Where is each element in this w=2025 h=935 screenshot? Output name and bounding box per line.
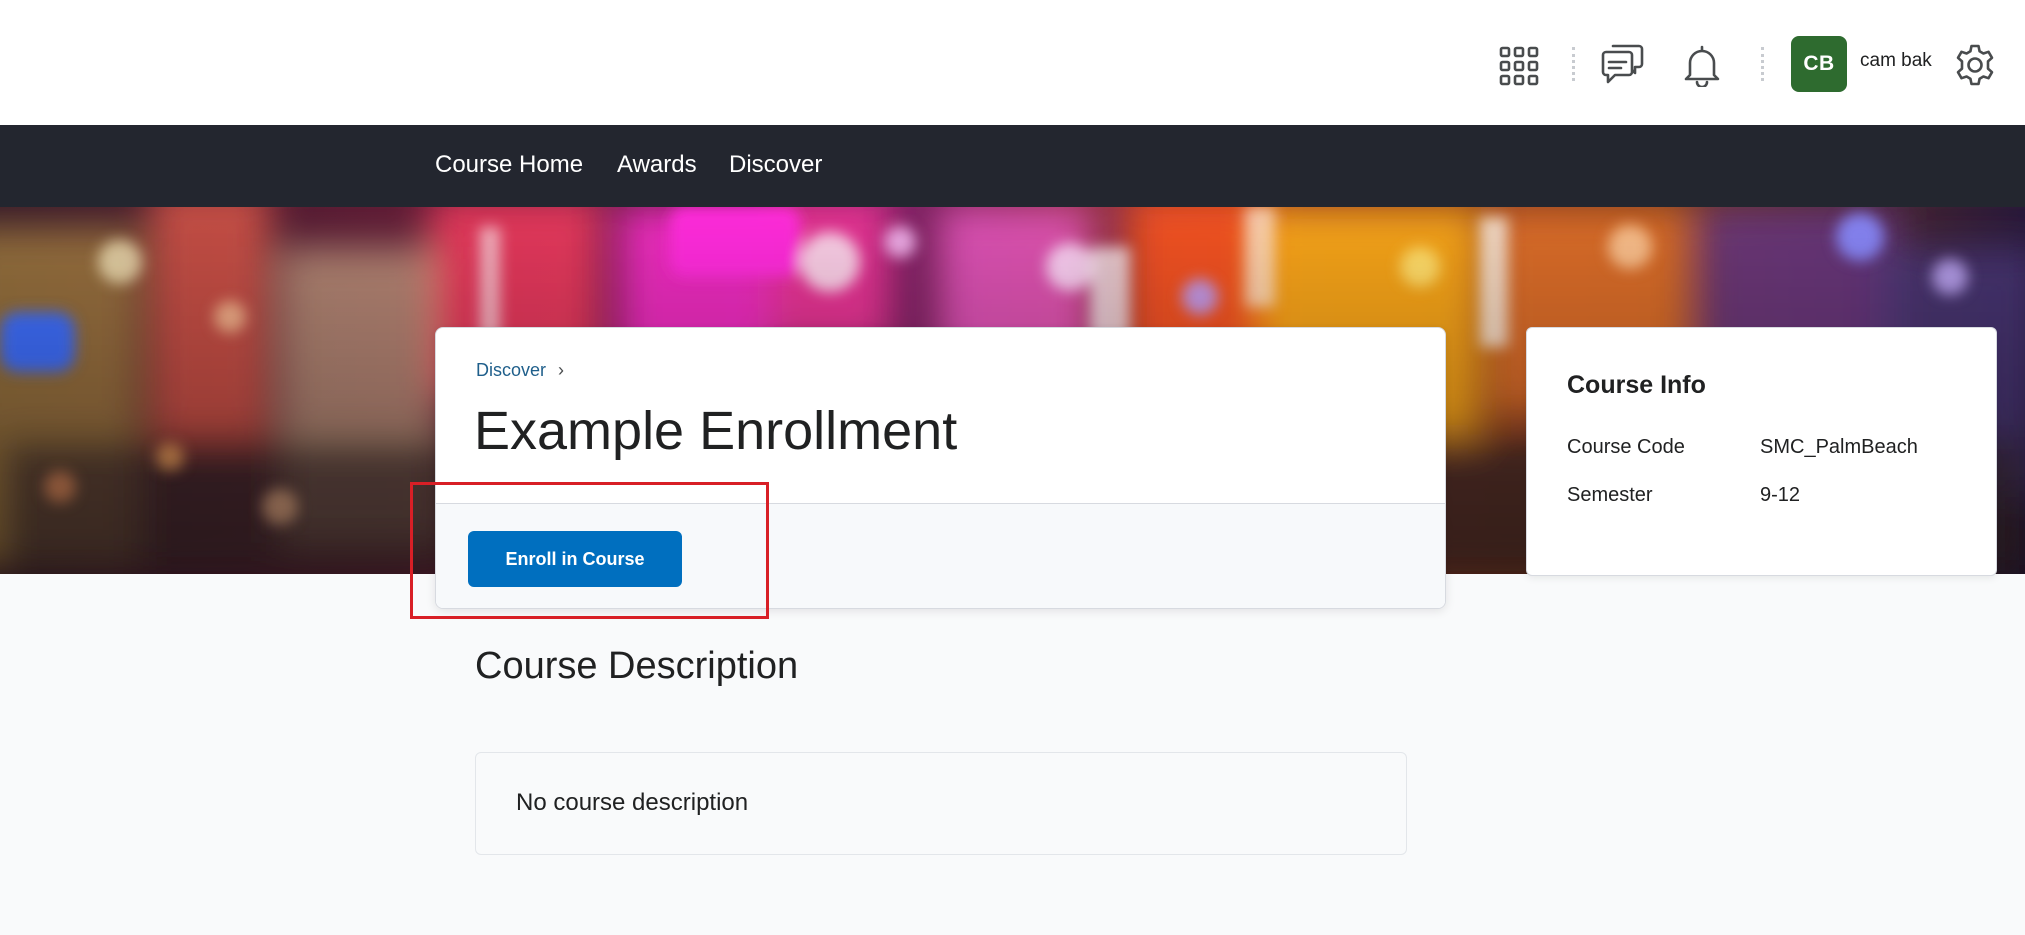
chat-bubbles-icon [1601, 44, 1644, 84]
avatar-initials: CB [1803, 52, 1835, 75]
course-description-box: No course description [475, 752, 1407, 855]
header-separator [1761, 47, 1764, 81]
page-title: Example Enrollment [474, 401, 958, 461]
nav-item-course-home[interactable]: Course Home [435, 151, 583, 179]
nav-item-awards[interactable]: Awards [617, 151, 697, 179]
course-navbar: Course Home Awards Discover [0, 125, 2025, 207]
settings-button[interactable] [1950, 40, 2000, 90]
course-info-card: Course Info Course Code SMC_PalmBeach Se… [1526, 327, 1997, 576]
bell-icon [1684, 45, 1720, 87]
breadcrumb: Discover › [476, 360, 564, 381]
waffle-menu-button[interactable] [1495, 44, 1543, 88]
course-description-text: No course description [516, 789, 749, 816]
info-key: Semester [1567, 484, 1653, 506]
course-info-title: Course Info [1567, 371, 1706, 399]
course-description-heading: Course Description [475, 645, 799, 687]
header-separator [1572, 47, 1575, 81]
info-key: Course Code [1567, 436, 1685, 458]
info-value: SMC_PalmBeach [1760, 436, 1918, 458]
gear-icon [1956, 44, 1994, 86]
avatar[interactable]: CB [1791, 36, 1847, 92]
messages-button[interactable] [1596, 40, 1648, 90]
notifications-button[interactable] [1678, 40, 1726, 90]
grid-icon [1499, 46, 1539, 86]
info-value: 9-12 [1760, 484, 1801, 506]
highlight-box [410, 482, 769, 619]
nav-item-discover[interactable]: Discover [729, 151, 822, 179]
username[interactable]: cam bak [1860, 50, 1932, 72]
top-header: CB cam bak [0, 0, 2025, 125]
breadcrumb-link-discover[interactable]: Discover [476, 360, 546, 381]
chevron-right-icon: › [558, 360, 565, 380]
